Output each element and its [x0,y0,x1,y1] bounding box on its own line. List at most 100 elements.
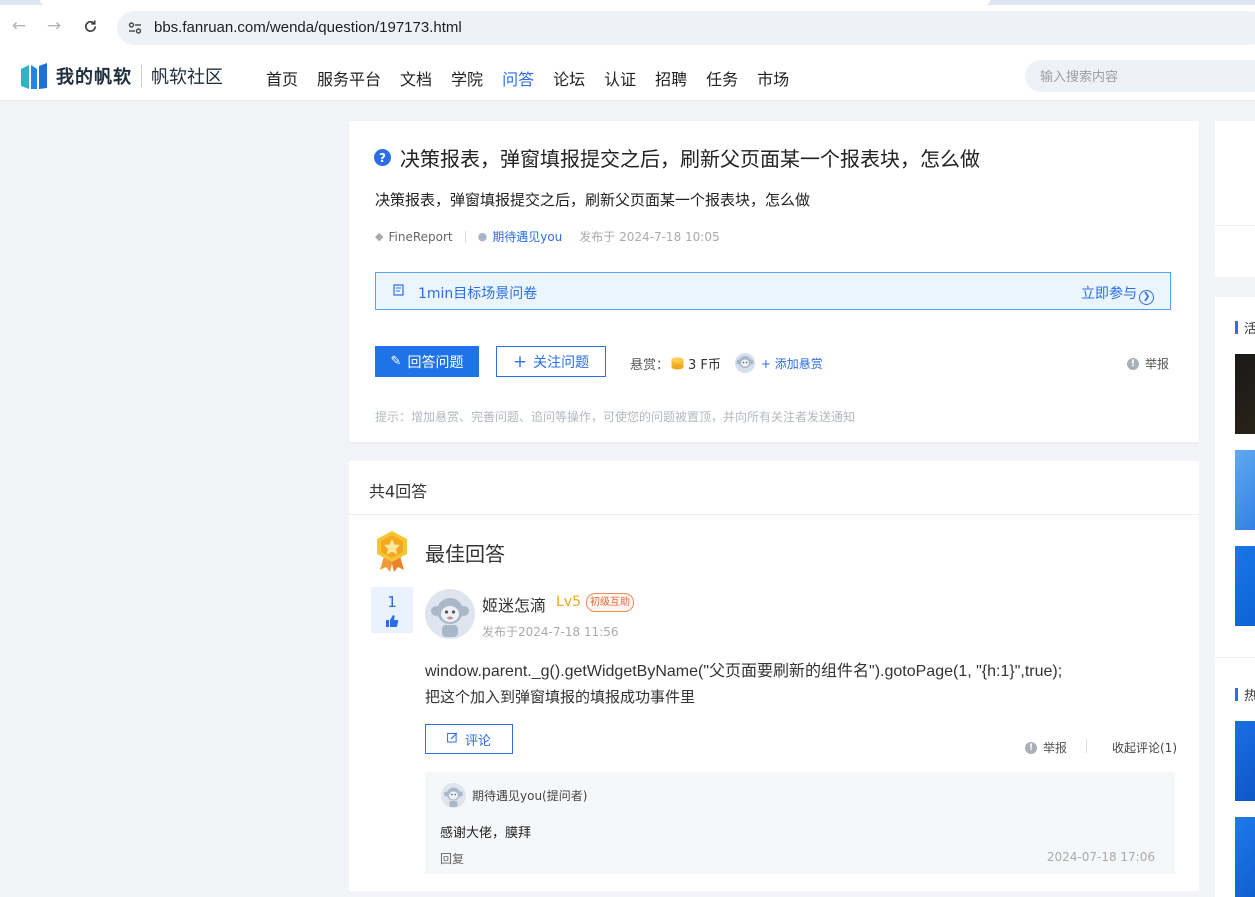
sidebar-divider [1215,657,1255,658]
question-tag[interactable]: FineReport [388,230,452,244]
back-arrow-icon[interactable]: ← [7,14,31,38]
comment-author[interactable]: 期待遇见you(提问者) [472,787,587,804]
section-marker [1235,321,1238,334]
hot-thumbnail-2[interactable] [1235,817,1255,897]
survey-join-link[interactable]: 立即参与 ❯ [1081,283,1154,305]
answer-count: 共4回答 [369,482,428,501]
plus-icon: + [512,351,528,372]
comment-date: 2024-07-18 17:06 [1046,850,1155,864]
tag-icon: ◆ [375,230,384,243]
comment-button[interactable]: 评论 [425,724,513,754]
address-bar[interactable]: bbs.fanruan.com/wenda/question/197173.ht… [117,11,1255,45]
bounty-amount: 3 F币 [688,357,721,373]
logo-divider [141,65,142,87]
pencil-icon: ✎ [390,354,402,369]
url-text[interactable]: bbs.fanruan.com/wenda/question/197173.ht… [154,19,462,36]
question-author[interactable]: 期待遇见you [492,228,562,245]
tab-strip [0,0,1255,5]
question-mark-icon: ? [374,149,391,166]
sidebar-heading-activity: 活 [1244,322,1255,337]
nav-docs[interactable]: 文档 [400,66,432,90]
report-label: 举报 [1144,357,1169,371]
community-name: 帆软社区 [151,67,223,88]
survey-edit-icon [393,284,405,299]
coin-icon [671,357,684,369]
main-nav: 首页 服务平台 文档 学院 问答 论坛 认证 招聘 任务 市场 [266,66,808,90]
report-icon: ! [1025,741,1037,754]
reply-link[interactable]: 回复 [440,850,464,867]
author-badge: 初级互助 [586,593,634,612]
sidebar-user-panel [1215,121,1255,277]
answer-question-button[interactable]: ✎ 回答问题 [375,346,479,377]
survey-text: 1min目标场景问卷 [418,286,538,302]
answer-text: 把这个加入到弹窗填报的填报成功事件里 [425,688,696,706]
question-date: 发布于 2024-7-18 10:05 [579,230,720,244]
bounty-avatar [734,353,755,373]
best-answer-label: 最佳回答 [425,542,505,566]
follow-question-label: 关注问题 [533,354,590,371]
nav-jobs[interactable]: 招聘 [655,66,687,90]
comment-label: 评论 [464,733,491,749]
report-question-button[interactable]: ! 举报 [1126,355,1169,372]
answer-author-avatar[interactable] [425,589,475,639]
answers-divider [349,514,1199,515]
activity-thumbnail-2[interactable] [1235,450,1255,530]
nav-forum[interactable]: 论坛 [553,66,585,90]
question-meta: ◆ FineReport ● 期待遇见you 发布于 2024-7-18 10:… [375,228,720,245]
sidebar-heading-hot: 热 [1244,689,1255,704]
collapse-comments-button[interactable]: 收起评论(1) [1112,739,1177,756]
activity-thumbnail-3[interactable] [1235,546,1255,626]
comment-edit-icon [447,732,458,747]
browser-toolbar: ← → bbs.fanruan.com/wenda/question/19717… [0,0,1255,53]
answer-date: 发布于2024-7-18 11:56 [482,625,619,639]
action-divider [1086,739,1087,753]
survey-join-label: 立即参与 [1081,286,1137,302]
best-answer-medal-icon [377,531,407,572]
user-icon: ● [477,230,488,243]
search-input[interactable] [1025,60,1255,92]
question-description: 决策报表，弹窗填报提交之后，刷新父页面某一个报表块，怎么做 [375,191,811,209]
forward-arrow-icon[interactable]: → [42,14,66,38]
fanruan-logo-icon [20,62,48,90]
nav-service[interactable]: 服务平台 [317,66,381,90]
add-bounty-link[interactable]: + 添加悬赏 [761,355,823,372]
author-level: Lv5 [556,594,581,610]
sidebar-divider [1215,225,1255,226]
reload-icon[interactable] [78,14,102,38]
report-answer-label: 举报 [1043,741,1068,755]
comment-item: 期待遇见you(提问者) 感谢大佬，膜拜 回复 2024-07-18 17:06 [425,772,1175,874]
follow-question-button[interactable]: + 关注问题 [496,346,606,377]
question-card: ? 决策报表，弹窗填报提交之后，刷新父页面某一个报表块，怎么做 决策报表，弹窗填… [349,121,1199,442]
hot-thumbnail-1[interactable] [1235,721,1255,801]
nav-tasks[interactable]: 任务 [706,66,738,90]
nav-market[interactable]: 市场 [757,66,789,90]
section-marker [1235,688,1238,701]
nav-academy[interactable]: 学院 [451,66,483,90]
question-title: 决策报表，弹窗填报提交之后，刷新父页面某一个报表块，怎么做 [400,147,980,171]
survey-banner[interactable]: 1min目标场景问卷 立即参与 ❯ [375,272,1171,310]
vote-count: 1 [387,592,397,611]
bounty-label: 悬赏： [630,357,670,373]
answer-author-name[interactable]: 姬迷怎滴 [482,592,546,616]
brand-name: 我的帆软 [56,67,132,88]
nav-qa[interactable]: 问答 [502,66,534,90]
answer-code: window.parent._g().getWidgetByName("父页面要… [425,663,1063,680]
comment-avatar[interactable] [441,783,466,808]
comment-text: 感谢大佬，膜拜 [440,826,532,841]
sidebar-activity-panel: 活 热 [1215,297,1255,897]
thumbs-up-icon [386,614,399,627]
answer-question-label: 回答问题 [407,354,464,371]
question-tip: 提示：增加悬赏、完善问题、追问等操作，可使您的问题被置顶，并向所有关注者发送通知 [375,410,856,424]
site-settings-icon[interactable] [125,18,145,38]
upvote-button[interactable]: 1 [371,587,413,633]
answers-card: 共4回答 最佳回答 1 姬迷怎滴 Lv5 初级互助 发布于2024-7-18 1… [349,461,1199,891]
meta-divider [464,230,466,243]
active-tab[interactable] [40,0,990,5]
nav-home[interactable]: 首页 [266,66,298,90]
report-answer-button[interactable]: ! 举报 [1025,739,1067,756]
arrow-circle-icon: ❯ [1139,290,1154,305]
nav-certification[interactable]: 认证 [604,66,636,90]
report-icon: ! [1126,357,1139,370]
activity-thumbnail-1[interactable] [1235,354,1255,434]
site-logo[interactable]: 我的帆软 帆软社区 [20,62,223,90]
